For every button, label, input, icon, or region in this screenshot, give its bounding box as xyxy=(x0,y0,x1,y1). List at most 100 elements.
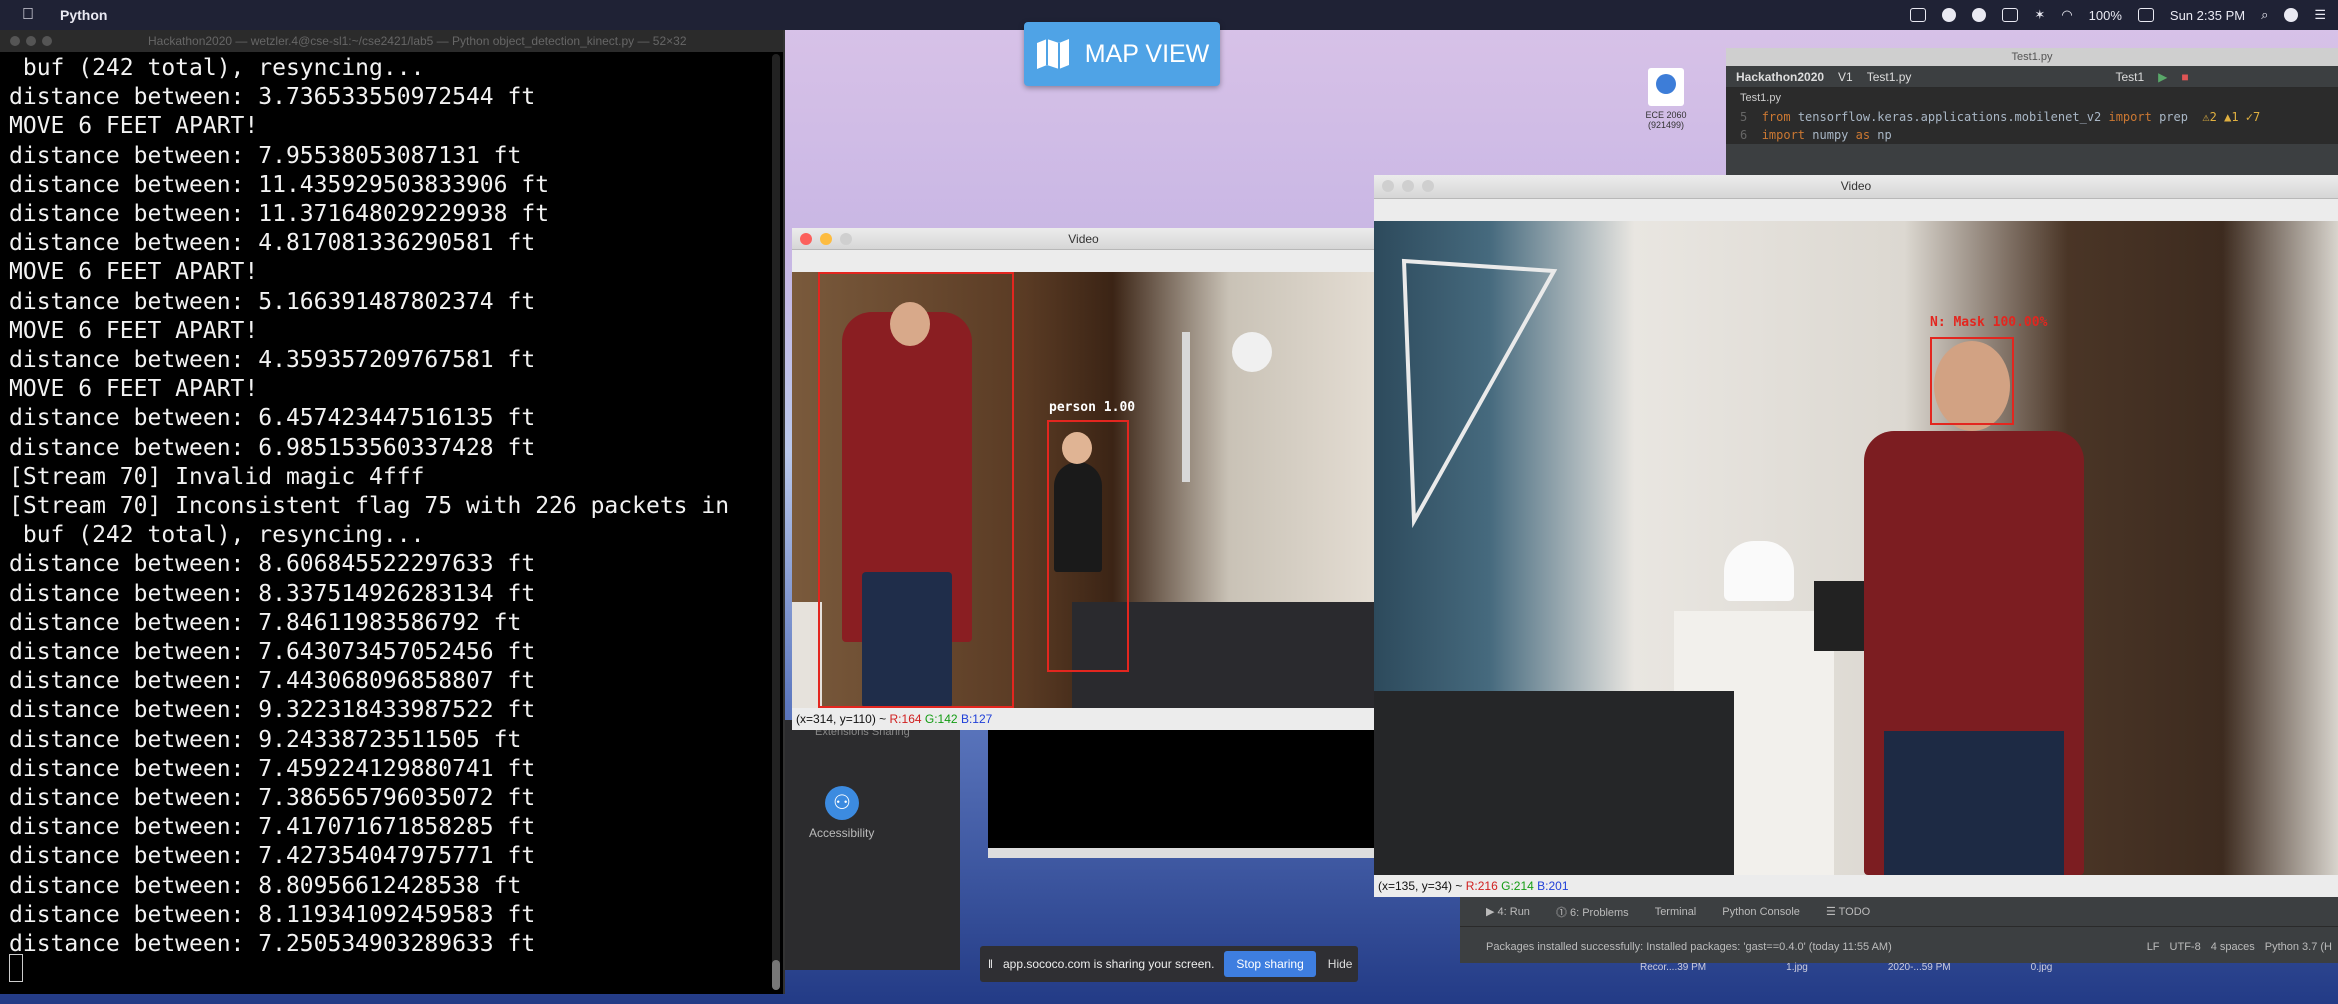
terminal-line: distance between: 6.457423447516135 ft xyxy=(9,405,536,432)
ide-status-item[interactable]: 4 spaces xyxy=(2211,941,2255,953)
terminal-line: distance between: 7.459224129880741 ft xyxy=(9,755,536,782)
sococo-icon[interactable] xyxy=(1942,8,1957,22)
ide-bottom-tabs: ▶ 4: Run ⓵ 6: Problems Terminal Python Cons… xyxy=(1460,897,2338,927)
inspection-counts: ⚠2 ▲1 ✓7 xyxy=(2202,110,2261,124)
terminal-cursor xyxy=(9,954,23,982)
ide-bottom-tab[interactable]: ⓵ 6: Problems xyxy=(1556,904,1629,920)
terminal-output[interactable]: buf (242 total), resyncing... distance be… xyxy=(0,52,783,959)
display-icon[interactable] xyxy=(2002,8,2019,22)
cloud-icon[interactable] xyxy=(1972,8,1987,22)
video-titlebar[interactable]: Video xyxy=(792,228,1375,250)
close-button[interactable] xyxy=(1382,180,1394,192)
terminal-line: distance between: 7.386565796035072 ft xyxy=(9,785,536,812)
code-line: 5 from tensorflow.keras.applications.mob… xyxy=(1740,110,2261,124)
video-titlebar[interactable]: Video xyxy=(1374,175,2338,199)
terminal-line: distance between: 8.337514926283134 ft xyxy=(9,580,536,607)
close-button[interactable] xyxy=(800,233,812,245)
ide-project-name[interactable]: Hackathon2020 xyxy=(1736,70,1824,84)
terminal-line: distance between: 8.606845522297633 ft xyxy=(9,551,536,578)
map-view-button[interactable]: MAP VIEW xyxy=(1024,22,1220,86)
terminal-line: distance between: 11.371648029229938 ft xyxy=(9,201,550,228)
desktop-file-label[interactable]: 0.jpg xyxy=(2031,962,2053,973)
ide-bottom-tab[interactable]: ☰ TODO xyxy=(1826,905,1870,918)
terminal-line: distance between: 7.417071671858285 ft xyxy=(9,814,536,841)
active-app-name[interactable]: Python xyxy=(60,7,107,23)
video-title: Video xyxy=(1840,179,1872,193)
pixel-info-bar: (x=314, y=110) ~ R:164 G:142 B:127 xyxy=(792,708,1375,730)
terminal-line: distance between: 11.435929503833906 ft xyxy=(9,171,550,198)
terminal-line: [Stream 70] Invalid magic 4fff xyxy=(9,463,425,490)
ide-bottom-tab[interactable]: ▶ 4: Run xyxy=(1486,905,1530,918)
run-config-dropdown[interactable]: Test1 xyxy=(2115,70,2144,84)
user-avatar-icon[interactable] xyxy=(2284,8,2299,22)
accessibility-icon[interactable]: ⚇ xyxy=(825,786,859,820)
terminal-line: distance between: 7.84611983586792 ft xyxy=(9,609,522,636)
terminal-line: distance between: 5.166391487802374 ft xyxy=(9,288,536,315)
terminal-line: distance between: 9.24338723511505 ft xyxy=(9,726,522,753)
zoom-button[interactable] xyxy=(1422,180,1434,192)
desktop-folder-icon[interactable]: ECE 2060 (921499) xyxy=(1636,68,1696,130)
ide-status-item[interactable]: LF xyxy=(2147,941,2160,953)
wifi-icon[interactable]: ◠ xyxy=(2061,7,2072,23)
terminal-titlebar[interactable]: Hackathon2020 — wetzler.4@cse-sl1:~/cse2… xyxy=(0,30,783,52)
zoom-button[interactable] xyxy=(840,233,852,245)
terminal-line: MOVE 6 FEET APART! xyxy=(9,317,259,344)
stop-sharing-button[interactable]: Stop sharing xyxy=(1224,951,1316,977)
video-window-large[interactable]: Video N: Mask 100.00% (x=135, y=34) ~ R:… xyxy=(1374,175,2338,897)
ide-status-item[interactable]: Python 3.7 (H xyxy=(2265,941,2332,953)
run-icon[interactable]: ▶ xyxy=(2158,70,2167,84)
ide-status-item[interactable]: UTF-8 xyxy=(2170,941,2201,953)
terminal-line: buf (242 total), resyncing... xyxy=(9,55,425,81)
terminal-line: distance between: 3.736533550972544 ft xyxy=(9,84,536,111)
desktop-file-label[interactable]: Recor....39 PM xyxy=(1640,962,1706,973)
spotlight-search-icon[interactable]: ⌕ xyxy=(2261,7,2268,23)
ide-bottom-tab[interactable]: Terminal xyxy=(1655,906,1697,918)
pause-icon[interactable]: ‖ xyxy=(988,957,993,971)
terminal-line: distance between: 8.80956612428538 ft xyxy=(9,872,522,899)
desktop-file-label[interactable]: 1.jpg xyxy=(1786,962,1808,973)
video-window-small[interactable]: Video person 1.00 (x=314, y=110) ~ R:164… xyxy=(792,228,1375,730)
desktop-icon-label: ECE 2060 (921499) xyxy=(1645,110,1687,130)
accessibility-label[interactable]: Accessibility xyxy=(809,826,874,840)
close-button[interactable] xyxy=(10,36,20,46)
terminal-line: distance between: 9.322318433987522 ft xyxy=(9,697,536,724)
bluetooth-icon[interactable]: ✶ xyxy=(2034,7,2045,23)
map-view-label: MAP VIEW xyxy=(1084,39,1210,68)
minimize-button[interactable] xyxy=(820,233,832,245)
minimize-button[interactable] xyxy=(1402,180,1414,192)
notification-center-icon[interactable]: ☰ xyxy=(2314,7,2326,23)
terminal-line: MOVE 6 FEET APART! xyxy=(9,259,259,286)
stop-icon[interactable]: ■ xyxy=(2181,70,2188,84)
terminal-line: distance between: 4.359357209767581 ft xyxy=(9,347,536,374)
hide-button[interactable]: Hide xyxy=(1328,957,1353,971)
terminal-scrollbar[interactable] xyxy=(772,54,780,990)
terminal-window[interactable]: Hackathon2020 — wetzler.4@cse-sl1:~/cse2… xyxy=(0,30,785,994)
share-message: app.sococo.com is sharing your screen. xyxy=(1002,957,1215,971)
detection-box xyxy=(1930,337,2014,425)
terminal-title: Hackathon2020 — wetzler.4@cse-sl1:~/cse2… xyxy=(148,34,687,48)
screen-share-bar: ‖ app.sococo.com is sharing your screen.… xyxy=(980,946,1358,982)
pixel-info-bar: (x=135, y=34) ~ R:216 G:214 B:201 xyxy=(1374,875,2338,897)
editor-tab[interactable]: Test1.py xyxy=(1726,88,2338,108)
clock[interactable]: Sun 2:35 PM xyxy=(2170,8,2245,23)
camera-feed: person 1.00 xyxy=(792,272,1375,708)
camera-icon[interactable] xyxy=(1910,8,1927,22)
battery-percent[interactable]: 100% xyxy=(2089,8,2122,23)
zoom-button[interactable] xyxy=(42,36,52,46)
terminal-line: [Stream 70] Inconsistent flag 75 with 22… xyxy=(9,493,730,520)
ide-breadcrumb[interactable]: V1 xyxy=(1838,70,1853,84)
ide-bottom-tab[interactable]: Python Console xyxy=(1722,906,1800,918)
desktop-file-label[interactable]: 2020-...59 PM xyxy=(1888,962,1951,973)
code-editor[interactable]: 5 from tensorflow.keras.applications.mob… xyxy=(1726,108,2338,144)
ide-status-message[interactable]: Packages installed successfully: Install… xyxy=(1486,941,1892,953)
minimize-button[interactable] xyxy=(26,36,36,46)
terminal-line: buf (242 total), resyncing... xyxy=(9,522,425,549)
battery-icon[interactable] xyxy=(2137,8,2154,22)
ide-window: Test1.py Hackathon2020 V1 Test1.py Test1… xyxy=(1726,48,2338,178)
apple-menu-icon[interactable]:  xyxy=(22,6,34,24)
detection-label: person 1.00 xyxy=(1049,400,1136,415)
ide-file-crumb[interactable]: Test1.py xyxy=(1867,70,1912,84)
menu-bar-status-area: ✶ ◠ 100% Sun 2:35 PM ⌕ ☰ xyxy=(1910,0,2326,30)
terminal-line: distance between: 8.119341092459583 ft xyxy=(9,901,536,928)
detection-box xyxy=(818,272,1014,708)
